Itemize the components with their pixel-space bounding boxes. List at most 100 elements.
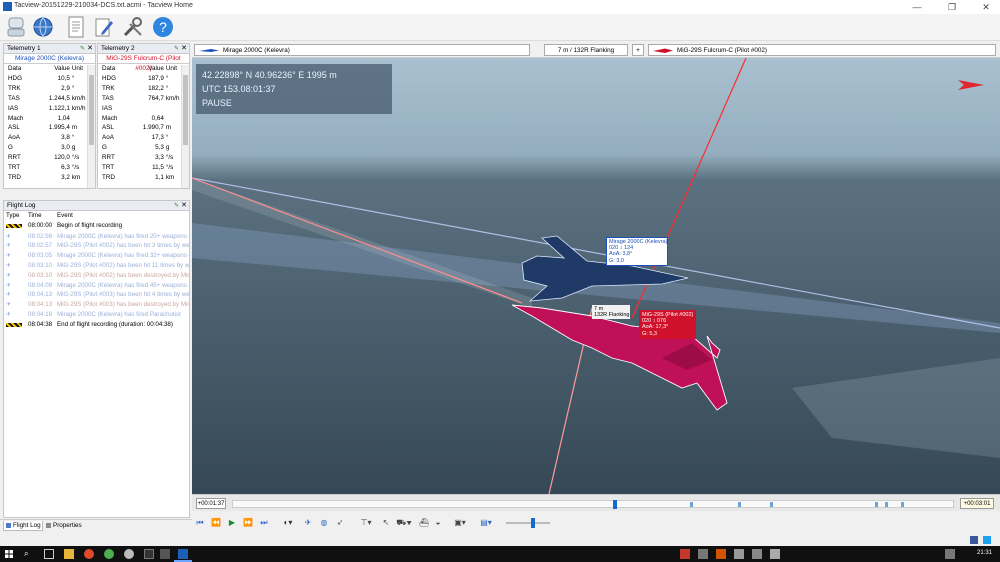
telemetry-row: HDG 187,9 ° xyxy=(98,74,189,84)
log-row[interactable]: ✈ 08:03:10 MiG-29S (Pilot #002) has been d… xyxy=(4,271,189,281)
file-explorer-icon[interactable] xyxy=(64,549,74,559)
log-event: End of flight recording (duration: 00:04… xyxy=(57,321,173,329)
tray-icon[interactable] xyxy=(770,549,780,559)
tower-icon[interactable]: ⊤▾ xyxy=(356,517,376,529)
tab-properties[interactable]: Properties xyxy=(44,521,88,531)
skip-start-icon[interactable]: ⏮ xyxy=(194,517,206,529)
telemetry-value: 187,9 xyxy=(148,74,164,82)
timeline-track[interactable] xyxy=(232,500,954,509)
3d-viewport[interactable]: 42.22898° N 40.96236° E 1995 m UTC 153.0… xyxy=(192,58,1000,494)
speaker-icon[interactable] xyxy=(945,549,955,559)
log-time: 08:03:05 xyxy=(28,252,53,260)
globe-icon[interactable] xyxy=(31,15,55,39)
search-icon[interactable]: ⌕ xyxy=(24,549,34,559)
close-icon[interactable]: ✕ xyxy=(181,201,187,211)
log-row[interactable]: ✈ 08:04:13 MiG-29S (Pilot #003) has been h… xyxy=(4,290,189,300)
add-object-button[interactable]: + xyxy=(632,44,644,56)
telemetry-1-subject[interactable]: Mirage 2000C (Kelevra) xyxy=(4,54,95,64)
dcs-icon[interactable] xyxy=(160,549,170,559)
document-icon[interactable] xyxy=(64,15,88,39)
column-header[interactable]: Type xyxy=(4,211,26,221)
log-row[interactable]: ✈ 08:02:57 MiG-29S (Pilot #002) has been h… xyxy=(4,241,189,251)
telemetry-1-header: Telemetry 1 ✎ ✕ xyxy=(4,44,95,54)
telemetry-label: G xyxy=(8,144,13,152)
aircraft-icon[interactable]: ✈ xyxy=(302,517,314,529)
tray-icon[interactable] xyxy=(716,549,726,559)
maximize-button[interactable]: ❐ xyxy=(941,0,963,14)
log-row[interactable]: ✈ 08:04:09 Mirage 2000C (Kelevra) has fire… xyxy=(4,281,189,291)
missile-icon[interactable]: ➶ xyxy=(334,517,346,529)
log-event: Mirage 2000C (Kelevra) has fired 20+ wea… xyxy=(57,232,189,240)
tray-icon[interactable] xyxy=(752,549,762,559)
ground-icon[interactable]: ◒ xyxy=(432,517,444,529)
minimize-button[interactable]: — xyxy=(906,0,928,14)
log-event: Begin of flight recording xyxy=(57,222,123,230)
twitter-icon[interactable] xyxy=(983,536,991,544)
windows-start-icon[interactable] xyxy=(5,550,13,558)
speed-slider[interactable] xyxy=(506,518,550,528)
close-icon[interactable]: ✕ xyxy=(181,44,187,54)
chrome-icon[interactable] xyxy=(84,549,94,559)
vehicle-icon[interactable]: ⛟▾ xyxy=(394,517,414,529)
rewind-icon[interactable]: ⏪ xyxy=(210,517,222,529)
close-button[interactable]: ✕ xyxy=(975,0,997,14)
pointer-icon[interactable]: ↖ xyxy=(380,517,392,529)
log-row[interactable]: ✈ 08:03:05 Mirage 2000C (Kelevra) has fire… xyxy=(4,251,189,261)
app-icon[interactable] xyxy=(104,549,114,559)
tray-icon[interactable] xyxy=(734,549,744,559)
log-event: MiG-29S (Pilot #002) has been hit 3 time… xyxy=(57,242,189,250)
tools-icon[interactable] xyxy=(121,15,145,39)
edit-icon[interactable] xyxy=(92,15,116,39)
camera-mode-icon[interactable]: ◐▾ xyxy=(278,517,298,529)
ship-icon[interactable]: ⛴ xyxy=(418,517,430,529)
column-header[interactable]: Data xyxy=(4,64,35,74)
facebook-icon[interactable] xyxy=(970,536,978,544)
column-header[interactable]: Time xyxy=(26,211,55,221)
telemetry-2-subject[interactable]: MiG-29S Fulcrum-C (Pilot #002) xyxy=(98,54,189,72)
terminal-icon[interactable] xyxy=(144,549,154,559)
tacview-taskbar-icon[interactable] xyxy=(178,549,188,559)
column-header[interactable]: Data xyxy=(98,64,129,74)
telemetry-value: 764,7 xyxy=(148,94,164,102)
log-time: 08:00:00 xyxy=(28,222,53,230)
secondary-object-select[interactable]: MiG-29S Fulcrum-C (Pilot #002) xyxy=(648,44,996,56)
tab-flight-log[interactable]: Flight Log xyxy=(3,521,43,531)
pin-icon[interactable]: ✎ xyxy=(80,44,85,54)
log-row[interactable]: ✈ 08:02:56 Mirage 2000C (Kelevra) has fire… xyxy=(4,232,189,242)
telemetry-label: G xyxy=(102,144,107,152)
timeline-thumb[interactable] xyxy=(613,500,617,509)
user-icon[interactable] xyxy=(4,15,28,39)
skip-end-icon[interactable]: ⏭ xyxy=(258,517,270,529)
tray-icon[interactable] xyxy=(680,549,690,559)
primary-object-select[interactable]: Mirage 2000C (Kelevra) xyxy=(194,44,530,56)
log-row[interactable]: ✈ 08:04:18 Mirage 2000C (Kelevra) has fire… xyxy=(4,310,189,320)
play-icon[interactable]: ▶ xyxy=(226,517,238,529)
telemetry-value: 182,2 xyxy=(148,84,164,92)
pin-icon[interactable]: ✎ xyxy=(174,44,179,54)
layers-icon[interactable]: ▤▾ xyxy=(476,517,496,529)
task-view-icon[interactable] xyxy=(44,549,54,559)
object-filter-icon[interactable]: ▣▾ xyxy=(450,517,470,529)
log-time: 08:04:38 xyxy=(28,321,53,329)
mig-info-label: MiG-29S (Pilot #002) 020 ↕ 076 AoA: 17,3… xyxy=(639,310,696,339)
log-row[interactable]: ✈ 08:03:10 MiG-29S (Pilot #002) has been h… xyxy=(4,261,189,271)
globe-view-icon[interactable]: ◍ xyxy=(318,517,330,529)
fast-forward-icon[interactable]: ⏩ xyxy=(242,517,254,529)
flight-log-table: Type Time Event 08:00:00 Begin of flight rec… xyxy=(4,211,189,331)
help-icon[interactable]: ? xyxy=(151,15,175,39)
pin-icon[interactable]: ✎ xyxy=(174,201,179,211)
column-header[interactable]: Event xyxy=(55,211,189,221)
telemetry-label: Mach xyxy=(102,114,118,122)
close-icon[interactable]: ✕ xyxy=(87,44,93,54)
tray-icon[interactable] xyxy=(698,549,708,559)
steam-icon[interactable] xyxy=(124,549,134,559)
log-row[interactable]: 08:00:00 Begin of flight recording xyxy=(4,221,189,232)
vertical-scrollbar[interactable] xyxy=(87,65,95,188)
log-row[interactable]: ✈ 08:04:13 MiG-29S (Pilot #003) has been d… xyxy=(4,300,189,310)
log-row[interactable]: 08:04:38 End of flight recording (duratio… xyxy=(4,320,189,331)
telemetry-value: 120,0 xyxy=(54,154,70,162)
speed-slider-thumb[interactable] xyxy=(531,518,535,528)
relative-position-box[interactable]: 7 m / 132R Flanking xyxy=(544,44,628,56)
column-header[interactable]: Value xyxy=(35,64,70,74)
vertical-scrollbar[interactable] xyxy=(181,65,189,188)
